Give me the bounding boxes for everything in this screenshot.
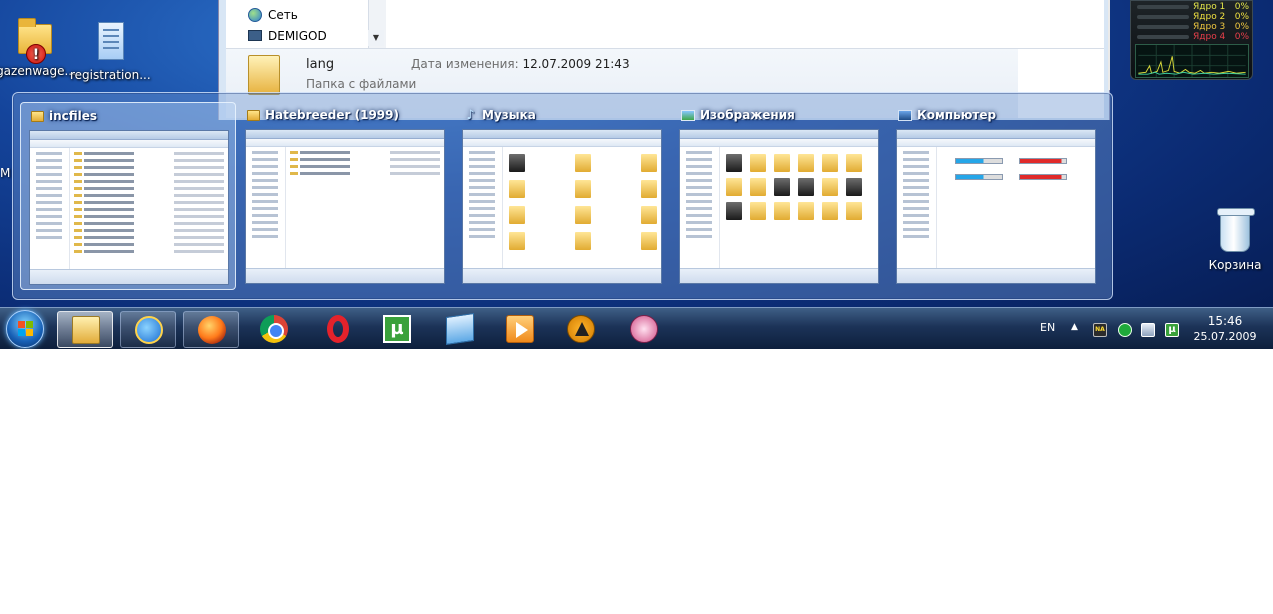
desktop-icon-recycle-bin[interactable]: Корзина [1205, 208, 1265, 272]
language-indicator[interactable]: EN [1040, 321, 1055, 334]
cpu-core-4: Ядро 4 0% [1135, 32, 1251, 42]
chrome-icon [260, 315, 288, 343]
cpu-core-percent: 0% [1234, 32, 1249, 42]
network-tray-icon[interactable] [1141, 323, 1155, 337]
computer-icon [248, 30, 262, 41]
media-player-icon [506, 315, 534, 343]
cpu-history-graph [1135, 44, 1249, 78]
ie-icon [135, 316, 163, 344]
opera-icon [327, 315, 349, 343]
document-icon [90, 18, 130, 64]
cpu-core-3: Ядро 3 0% [1135, 22, 1251, 32]
thumbnail-title-text: Hatebreeder (1999) [265, 108, 399, 122]
aimp-icon [567, 315, 595, 343]
image-icon [681, 109, 695, 121]
utorrent-icon: µ [383, 315, 411, 343]
cpu-core-label: Ядро 2 [1193, 12, 1226, 22]
cpu-core-percent: 0% [1234, 12, 1249, 22]
desktop-icon-registration[interactable]: registration... [70, 18, 151, 82]
nav-item-network[interactable]: Сеть [248, 4, 385, 25]
taskbar-button-utorrent[interactable]: µ [369, 311, 425, 348]
taskbar-thumbnail-preview: incfiles Hatebreeder (1999) ♪ Музыка Изо… [12, 92, 1113, 300]
thumbnail-title: incfiles [31, 107, 97, 125]
thumbnail-hatebreeder[interactable]: Hatebreeder (1999) [237, 102, 453, 290]
folder-icon [247, 109, 260, 121]
cpu-core-percent: 0% [1234, 22, 1249, 32]
thumbnail-title-text: Компьютер [917, 108, 997, 122]
taskbar-button-documents[interactable] [432, 311, 488, 348]
cpu-core-label: Ядро 1 [1193, 2, 1226, 12]
modified-value: 12.07.2009 21:43 [522, 57, 630, 71]
taskbar: µ EN ▲ NA µ 15:46 25.07.2009 [0, 307, 1273, 349]
thumbnail-title: Hatebreeder (1999) [247, 106, 399, 124]
thumbnail-preview-image [896, 129, 1096, 284]
file-type: Папка с файлами [306, 77, 417, 91]
thumbnail-title-text: Музыка [482, 108, 536, 122]
taskbar-button-firefox[interactable] [183, 311, 239, 348]
thumbnail-computer[interactable]: Компьютер [888, 102, 1104, 290]
taskbar-button-media-player[interactable] [492, 311, 548, 348]
network-icon [248, 7, 262, 22]
thumbnail-preview-image [245, 129, 445, 284]
thumbnail-music[interactable]: ♪ Музыка [454, 102, 670, 290]
computer-icon [898, 109, 912, 121]
cpu-core-2: Ядро 2 0% [1135, 12, 1251, 22]
navigation-pane: Сеть DEMIGOD [226, 0, 386, 48]
taskbar-button-chrome[interactable] [246, 311, 302, 348]
start-button[interactable] [6, 310, 44, 348]
thumbnail-title: Компьютер [898, 106, 996, 124]
desktop: ! gazenwage... registration... M Корзина… [0, 0, 1273, 349]
file-modified: Дата изменения: 12.07.2009 21:43 [411, 57, 630, 71]
folder-with-error-icon: ! [16, 14, 56, 64]
thumbnail-preview-image [462, 129, 662, 284]
thumbnail-title-text: incfiles [49, 109, 98, 123]
thumbnail-preview-image [29, 130, 229, 285]
tray-status-icon[interactable] [1118, 323, 1132, 337]
nav-item-demigod[interactable]: DEMIGOD [248, 25, 385, 46]
show-hidden-icons-arrow-icon[interactable]: ▲ [1071, 322, 1078, 332]
taskbar-button-aimp[interactable] [553, 311, 609, 348]
desktop-icon-label: gazenwage... [0, 64, 76, 78]
thumbnail-images[interactable]: Изображения [671, 102, 887, 290]
cpu-core-percent: 0% [1234, 2, 1249, 12]
file-name: lang [306, 57, 335, 72]
tray-na-icon[interactable]: NA [1093, 323, 1107, 337]
nav-item-label: Сеть [268, 7, 298, 22]
taskbar-button-opera[interactable] [310, 311, 366, 348]
taskbar-button-internet-explorer[interactable] [120, 311, 176, 348]
firefox-icon [198, 316, 226, 344]
scroll-down-arrow-icon[interactable]: ▼ [368, 30, 384, 46]
taskbar-button-snipping-tool[interactable] [616, 311, 672, 348]
recycle-bin-icon [1217, 208, 1255, 252]
desktop-icon-label: registration... [70, 68, 151, 82]
cpu-core-1: Ядро 1 0% [1135, 2, 1251, 12]
modified-label: Дата изменения: [411, 57, 519, 71]
nav-item-label: DEMIGOD [268, 28, 327, 43]
clock-time: 15:46 [1207, 314, 1243, 328]
folder-icon [248, 55, 280, 95]
cpu-meter-gadget[interactable]: Ядро 1 0% Ядро 2 0% Ядро 3 0% Ядро 4 0% [1130, 0, 1253, 80]
thumbnail-title-text: Изображения [700, 108, 795, 122]
utorrent-tray-icon[interactable]: µ [1165, 323, 1179, 337]
folder-icon [31, 110, 44, 122]
thumbnail-preview-image [679, 129, 879, 284]
snipping-tool-icon [630, 315, 658, 343]
desktop-icon-gazenwage[interactable]: ! gazenwage... [0, 14, 76, 78]
cpu-core-label: Ядро 3 [1193, 22, 1226, 32]
cpu-core-label: Ядро 4 [1193, 32, 1226, 42]
recycle-bin-label: Корзина [1208, 258, 1262, 272]
clock-date: 25.07.2009 [1193, 330, 1257, 343]
explorer-icon [72, 316, 100, 344]
taskbar-button-explorer[interactable] [57, 311, 113, 348]
thumbnail-title: Изображения [681, 106, 795, 124]
system-clock[interactable]: 15:46 25.07.2009 [1190, 314, 1260, 344]
thumbnail-title: ♪ Музыка [464, 106, 536, 124]
desktop-side-letter: M [0, 166, 11, 180]
music-icon: ♪ [466, 107, 475, 123]
window-edge [1108, 0, 1110, 90]
documents-icon [446, 313, 474, 345]
thumbnail-incfiles[interactable]: incfiles [20, 102, 236, 290]
